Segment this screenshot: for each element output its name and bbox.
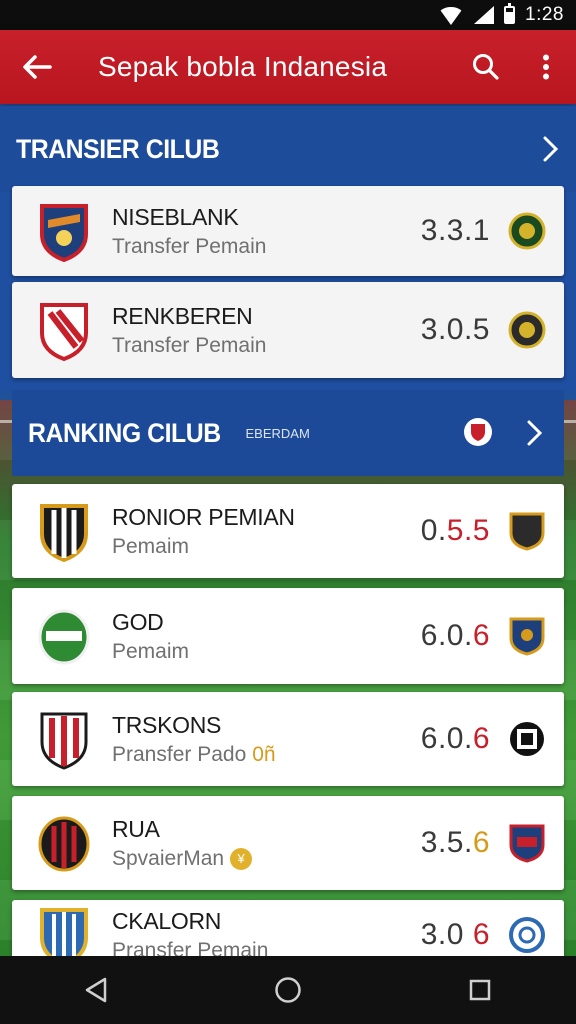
coin-icon: ¥ bbox=[230, 847, 253, 870]
list-item[interactable]: TRSKONS Pransfer Pado 0ñ 6.0.6 bbox=[12, 692, 564, 786]
nav-home-button[interactable] bbox=[258, 960, 318, 1020]
wifi-icon bbox=[438, 7, 465, 25]
club-name: CKALORN bbox=[112, 907, 222, 934]
club-crest-icon bbox=[40, 204, 88, 262]
club-score: 0.5.5 bbox=[420, 514, 490, 547]
signal-icon bbox=[474, 6, 495, 24]
club-crest-icon bbox=[40, 712, 88, 770]
club-name: GOD bbox=[112, 608, 164, 635]
team-badge-icon bbox=[508, 311, 546, 349]
club-name: NISEBLANK bbox=[112, 203, 239, 230]
club-name: RENKBEREN bbox=[112, 302, 253, 329]
club-crest-icon bbox=[40, 504, 88, 562]
ranking-section-header[interactable]: RANKING CILUB EBERDAM bbox=[12, 390, 564, 476]
club-name: TRSKONS bbox=[112, 711, 222, 738]
section-subtitle: EBERDAM bbox=[245, 425, 310, 441]
section-title: RANKING CILUB bbox=[28, 417, 221, 448]
transfer-section-header[interactable]: TRANSIER CILUB bbox=[0, 106, 576, 192]
club-score: 6.0.6 bbox=[420, 619, 490, 652]
club-score: 3.5.6 bbox=[420, 826, 490, 859]
list-item[interactable]: NISEBLANK Transfer Pemain 3.3.1 bbox=[12, 186, 564, 276]
chevron-right-icon[interactable] bbox=[524, 418, 544, 448]
status-time: 1:28 bbox=[525, 4, 564, 25]
notification-badge[interactable] bbox=[464, 418, 492, 446]
club-name: RONIOR PEMIAN bbox=[112, 503, 295, 530]
club-subtitle: Pemaim bbox=[112, 639, 190, 663]
battery-icon bbox=[504, 3, 516, 24]
list-item[interactable]: GOD Pemaim 6.0.6 bbox=[12, 588, 564, 684]
club-score: 3.0 6 bbox=[420, 918, 490, 951]
search-icon bbox=[473, 54, 499, 80]
app-bar: Sepak bobla Indanesia bbox=[0, 30, 576, 104]
club-subtitle: Transfer Pemain bbox=[112, 234, 267, 258]
club-subtitle: Transfer Pemain bbox=[112, 333, 267, 357]
shield-icon bbox=[471, 424, 485, 441]
list-item[interactable]: RENKBEREN Transfer Pemain 3.0.5 bbox=[12, 282, 564, 378]
nav-back-button[interactable] bbox=[66, 960, 126, 1020]
back-button[interactable] bbox=[0, 30, 74, 104]
club-crest-icon bbox=[40, 303, 88, 361]
club-score: 6.0.6 bbox=[420, 722, 490, 755]
nav-recents-button[interactable] bbox=[450, 960, 510, 1020]
section-title: TRANSIER CILUB bbox=[16, 133, 220, 164]
club-score: 3.0.5 bbox=[420, 313, 490, 346]
page-title: Sepak bobla Indanesia bbox=[98, 51, 388, 82]
more-vertical-icon bbox=[543, 54, 549, 80]
team-badge-icon bbox=[509, 617, 545, 656]
team-badge-icon bbox=[509, 512, 545, 551]
team-badge-icon bbox=[509, 917, 545, 953]
club-crest-icon bbox=[38, 816, 90, 872]
club-subtitle: Pransfer Pado 0ñ bbox=[112, 742, 276, 766]
list-item[interactable]: RONIOR PEMIAN Pemaim 0.5.5 bbox=[12, 484, 564, 578]
list-item[interactable]: RUA SpvaierMan ¥ 3.5.6 bbox=[12, 796, 564, 890]
square-recents-icon bbox=[469, 979, 491, 1001]
club-subtitle: Pemaim bbox=[112, 534, 190, 558]
back-arrow-icon bbox=[23, 55, 52, 79]
club-name: RUA bbox=[112, 815, 160, 842]
chevron-right-icon[interactable] bbox=[540, 134, 560, 164]
team-badge-icon bbox=[508, 212, 546, 250]
triangle-back-icon bbox=[85, 977, 107, 1003]
club-crest-icon bbox=[38, 609, 90, 665]
more-menu-button[interactable] bbox=[516, 30, 576, 104]
search-button[interactable] bbox=[456, 30, 516, 104]
system-nav-bar bbox=[0, 956, 576, 1024]
status-bar: 1:28 bbox=[0, 0, 576, 30]
team-badge-icon bbox=[510, 722, 544, 756]
team-badge-icon bbox=[509, 824, 545, 863]
club-subtitle: SpvaierMan ¥ bbox=[112, 847, 421, 871]
circle-home-icon bbox=[275, 977, 301, 1003]
club-score: 3.3.1 bbox=[420, 214, 490, 247]
